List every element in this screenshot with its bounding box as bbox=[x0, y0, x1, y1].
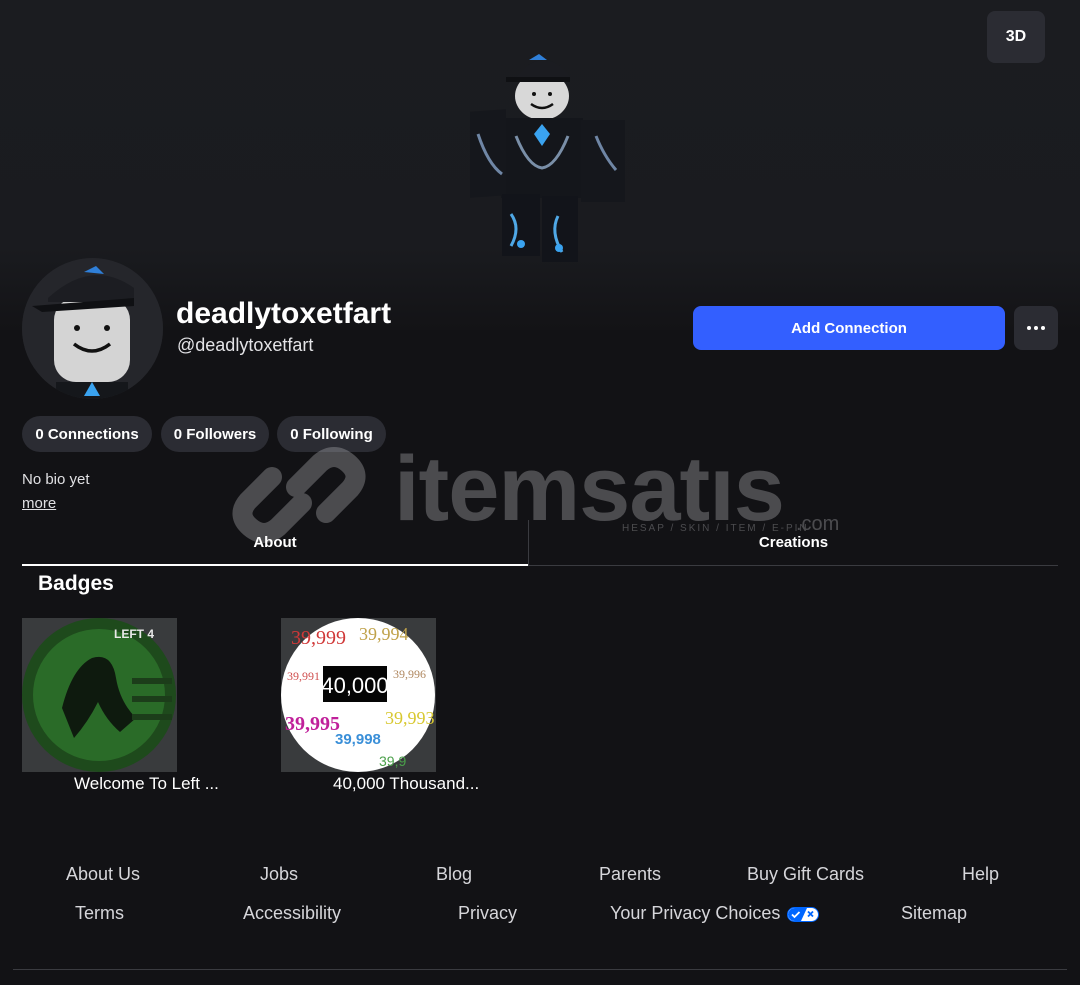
display-name: deadlytoxetfart bbox=[176, 297, 392, 330]
bio-text: No bio yet bbox=[22, 471, 90, 488]
badge-name-40000[interactable]: 40,000 Thousand... bbox=[333, 774, 479, 794]
footer-link-sitemap[interactable]: Sitemap bbox=[901, 903, 967, 924]
footer-divider bbox=[13, 969, 1067, 970]
svg-text:39,9: 39,9 bbox=[379, 753, 406, 769]
connections-count-button[interactable]: 0 Connections bbox=[22, 416, 152, 452]
footer-link-blog[interactable]: Blog bbox=[436, 864, 472, 885]
avatar-headshot[interactable] bbox=[22, 258, 163, 399]
username: @deadlytoxetfart bbox=[177, 335, 314, 355]
footer-link-accessibility[interactable]: Accessibility bbox=[243, 903, 341, 924]
tab-creations[interactable]: Creations bbox=[528, 520, 1058, 566]
more-options-button[interactable] bbox=[1014, 306, 1058, 350]
followers-count-button[interactable]: 0 Followers bbox=[161, 416, 269, 452]
footer-link-about-us[interactable]: About Us bbox=[66, 864, 140, 885]
ellipsis-dot bbox=[1034, 326, 1038, 330]
svg-text:39,998: 39,998 bbox=[335, 731, 381, 748]
badge-40000-logo-text: 40,000 bbox=[321, 673, 388, 698]
footer-link-help[interactable]: Help bbox=[962, 864, 999, 885]
svg-text:39,999: 39,999 bbox=[291, 627, 346, 649]
footer-link-terms[interactable]: Terms bbox=[75, 903, 124, 924]
badges-section-title: Badges bbox=[38, 572, 114, 595]
svg-text:39,996: 39,996 bbox=[393, 667, 426, 681]
bio-more-link[interactable]: more bbox=[22, 495, 56, 512]
add-connection-button[interactable]: Add Connection bbox=[693, 306, 1005, 350]
svg-text:39,991: 39,991 bbox=[287, 669, 320, 683]
footer-link-buy-gift-cards[interactable]: Buy Gift Cards bbox=[747, 864, 864, 885]
svg-text:39,994: 39,994 bbox=[359, 624, 409, 644]
tab-about[interactable]: About bbox=[22, 520, 528, 566]
avatar-3d-render bbox=[470, 54, 625, 262]
footer-link-jobs[interactable]: Jobs bbox=[260, 864, 298, 885]
privacy-choices-label: Your Privacy Choices bbox=[610, 903, 781, 923]
badge-name-left4[interactable]: Welcome To Left ... bbox=[74, 774, 219, 794]
badge-card-40000[interactable]: 39,999 39,994 39,991 39,996 40,000 39,99… bbox=[281, 618, 436, 772]
footer-link-privacy-choices[interactable]: Your Privacy Choices bbox=[610, 903, 820, 924]
footer-link-privacy[interactable]: Privacy bbox=[458, 903, 517, 924]
footer-link-parents[interactable]: Parents bbox=[599, 864, 661, 885]
svg-text:39,993: 39,993 bbox=[385, 708, 435, 728]
badge-card-left4[interactable]: LEFT 4 bbox=[22, 618, 177, 772]
badge-40000-image: 39,999 39,994 39,991 39,996 40,000 39,99… bbox=[281, 618, 436, 772]
3d-view-toggle-button[interactable]: 3D bbox=[987, 11, 1045, 63]
ellipsis-dot bbox=[1041, 326, 1045, 330]
following-count-button[interactable]: 0 Following bbox=[277, 416, 386, 452]
privacy-choices-toggle-icon bbox=[787, 906, 820, 922]
badge-left4-logo-text: LEFT 4 bbox=[114, 627, 154, 641]
svg-text:39,995: 39,995 bbox=[285, 713, 340, 735]
ellipsis-icon bbox=[1027, 326, 1031, 330]
badge-left4-image: LEFT 4 bbox=[22, 618, 177, 772]
